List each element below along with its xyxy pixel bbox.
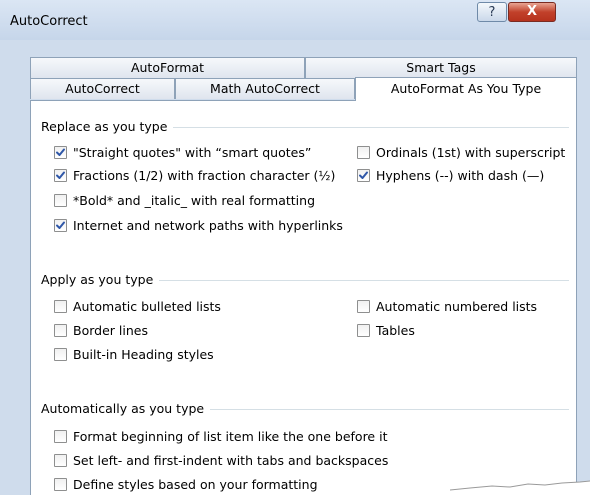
tab-math-autocorrect[interactable]: Math AutoCorrect xyxy=(175,78,355,99)
option-numbered-lists[interactable]: Automatic numbered lists xyxy=(357,298,537,314)
checkbox[interactable] xyxy=(54,193,67,207)
checkbox[interactable] xyxy=(357,145,370,159)
checkbox[interactable] xyxy=(54,168,67,182)
option-tables[interactable]: Tables xyxy=(357,322,415,338)
option-label: Built-in Heading styles xyxy=(73,346,214,362)
option-fractions[interactable]: Fractions (1/2) with fraction character … xyxy=(54,167,335,183)
option-define-styles[interactable]: Define styles based on your formatting xyxy=(54,476,318,492)
options-panel: Replace as you type "Straight quotes" wi… xyxy=(30,100,577,495)
option-format-list-item[interactable]: Format beginning of list item like the o… xyxy=(54,428,387,444)
option-label: Ordinals (1st) with superscript xyxy=(376,144,566,160)
tab-autoformat-as-you-type[interactable]: AutoFormat As You Type xyxy=(355,77,577,101)
option-set-indent[interactable]: Set left- and first-indent with tabs and… xyxy=(54,452,388,468)
checkbox[interactable] xyxy=(54,347,67,361)
option-label: Tables xyxy=(376,322,415,338)
option-label: Set left- and first-indent with tabs and… xyxy=(73,452,389,468)
option-smart-quotes[interactable]: "Straight quotes" with “smart quotes” xyxy=(54,144,311,160)
checkbox[interactable] xyxy=(357,323,370,337)
option-label: Internet and network paths with hyperlin… xyxy=(73,217,343,233)
option-label: Hyphens (--) with dash (—) xyxy=(376,167,545,183)
option-label: Define styles based on your formatting xyxy=(73,476,318,492)
checkbox[interactable] xyxy=(357,168,370,182)
checkbox[interactable] xyxy=(54,477,67,491)
option-label: Automatic numbered lists xyxy=(376,298,538,314)
torn-edge-decoration xyxy=(450,480,590,495)
checkbox[interactable] xyxy=(54,299,67,313)
option-label: "Straight quotes" with “smart quotes” xyxy=(73,144,312,160)
checkbox[interactable] xyxy=(54,429,67,443)
checkmark-icon xyxy=(56,221,65,229)
checkbox[interactable] xyxy=(54,218,67,232)
checkbox[interactable] xyxy=(54,453,67,467)
option-label: Fractions (1/2) with fraction character … xyxy=(73,167,336,183)
tab-autoformat[interactable]: AutoFormat xyxy=(30,57,305,78)
option-ordinals[interactable]: Ordinals (1st) with superscript xyxy=(357,144,565,160)
tab-smart-tags[interactable]: Smart Tags xyxy=(305,57,577,78)
checkbox[interactable] xyxy=(357,299,370,313)
checkmark-icon xyxy=(56,148,65,156)
option-label: Automatic bulleted lists xyxy=(73,298,221,314)
dialog-title: AutoCorrect xyxy=(10,14,88,29)
option-label: Format beginning of list item like the o… xyxy=(73,428,388,444)
option-hyperlinks[interactable]: Internet and network paths with hyperlin… xyxy=(54,217,343,233)
option-label: *Bold* and _italic_ with real formatting xyxy=(73,192,316,208)
tab-autocorrect[interactable]: AutoCorrect xyxy=(30,78,175,99)
section-replace-label: Replace as you type xyxy=(41,119,174,134)
option-heading-styles[interactable]: Built-in Heading styles xyxy=(54,346,214,362)
checkmark-icon xyxy=(56,171,65,179)
section-auto-label: Automatically as you type xyxy=(41,401,211,416)
section-apply-label: Apply as you type xyxy=(41,272,160,287)
autocorrect-dialog: AutoCorrect ? X AutoFormat Smart Tags Au… xyxy=(0,0,590,495)
option-border-lines[interactable]: Border lines xyxy=(54,322,148,338)
option-bold-italic[interactable]: *Bold* and _italic_ with real formatting xyxy=(54,192,315,208)
checkbox[interactable] xyxy=(54,145,67,159)
help-button[interactable]: ? xyxy=(477,2,507,22)
option-hyphens[interactable]: Hyphens (--) with dash (—) xyxy=(357,167,544,183)
option-label: Border lines xyxy=(73,322,148,338)
close-button[interactable]: X xyxy=(508,2,556,22)
title-bar: AutoCorrect ? X xyxy=(0,0,590,40)
checkmark-icon xyxy=(359,171,368,179)
checkbox[interactable] xyxy=(54,323,67,337)
option-bulleted-lists[interactable]: Automatic bulleted lists xyxy=(54,298,221,314)
